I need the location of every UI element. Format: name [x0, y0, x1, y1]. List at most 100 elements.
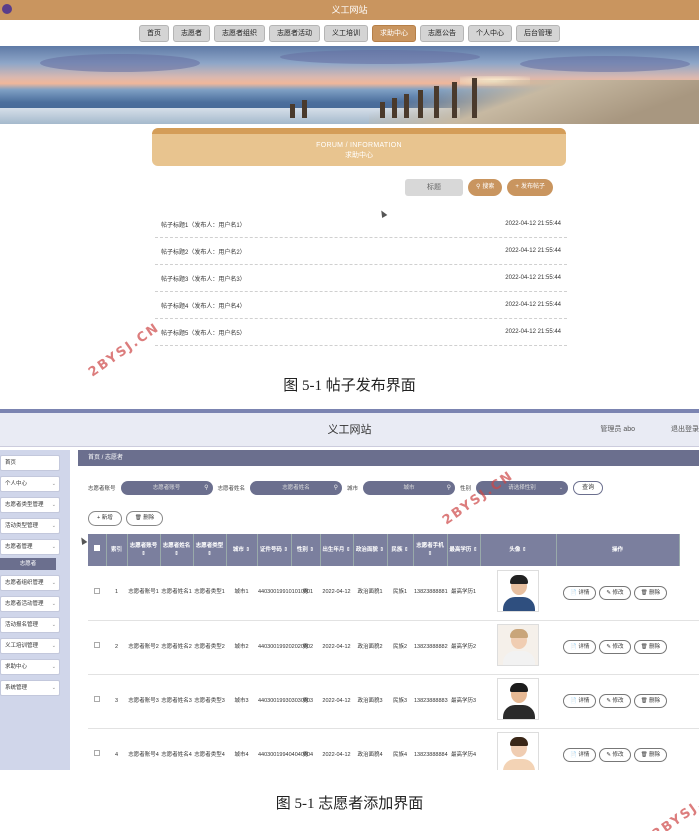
row-detail-button[interactable]: 📄 详情 — [563, 585, 597, 600]
post-row[interactable]: 帖子标题5（发布人：用户名5） 2022-04-12 21:55:44 — [155, 319, 567, 346]
chevron-down-icon: ⌄ — [51, 544, 56, 550]
column-header[interactable]: 操作 — [556, 534, 680, 566]
forum-search-bar: 标题 ⚲ 搜索 + 发布帖子 — [405, 179, 553, 196]
sidebar-item[interactable]: 个人中心 ⌄ — [0, 476, 60, 492]
sidebar-item[interactable]: 求助中心 ⌄ — [0, 659, 60, 675]
sidebar-item-label: 志愿者组织管理 — [5, 580, 44, 586]
city-filter-input[interactable]: 城市 ⚲ — [363, 481, 456, 495]
sidebar-item[interactable]: 首页 — [0, 455, 60, 471]
account-filter-input[interactable]: 志愿者账号 ⚲ — [120, 481, 213, 495]
row-detail-button[interactable]: 📄 详情 — [563, 694, 597, 708]
name-filter-input[interactable]: 志愿者姓名 ⚲ — [250, 481, 343, 495]
table-cell-id: 440300199404040004 — [257, 728, 313, 770]
table-cell-type: 志愿者类型2 — [193, 620, 226, 675]
admin-site-title: 义工网站 — [327, 424, 372, 436]
volunteer-table: 索引 志愿者账号 ⇕ 志愿者姓名 ⇕ 志愿者类型 ⇕ 城市 ⇕ 证件号码 ⇕ 性别 ⇕ 出生年… — [88, 534, 699, 770]
row-actions-cell: 📄 详情 ✎ 修改 🗑 删除 — [556, 728, 699, 770]
nav-item[interactable]: 志愿公告 — [420, 24, 464, 42]
nav-item[interactable]: 志愿者 — [173, 24, 210, 42]
column-header[interactable]: 最高学历 ⇕ — [447, 534, 481, 566]
row-checkbox-cell[interactable] — [88, 728, 106, 770]
table-cell-political: 政治面貌2 — [353, 620, 387, 675]
column-header[interactable]: 志愿者手机 ⇕ — [413, 534, 448, 566]
row-checkbox[interactable] — [94, 642, 100, 649]
sidebar-item[interactable]: 志愿者活动管理 ⌄ — [0, 596, 60, 612]
sidebar-subitem-volunteer[interactable]: 志愿者 — [0, 558, 56, 570]
post-row[interactable]: 帖子标题2（发布人：用户名2） 2022-04-12 21:55:44 — [155, 238, 567, 265]
row-checkbox[interactable] — [94, 750, 100, 757]
sidebar-item[interactable]: 志愿者类型管理 ⌄ — [0, 497, 60, 513]
nav-item[interactable]: 志愿者活动 — [269, 24, 320, 42]
chevron-down-icon: ⌄ — [51, 622, 56, 628]
column-header[interactable]: 索引 — [106, 534, 128, 566]
row-delete-button[interactable]: 🗑 删除 — [633, 585, 668, 600]
row-delete-button[interactable]: 🗑 删除 — [633, 640, 668, 654]
table-cell-birth: 2022-04-12 — [320, 674, 353, 729]
column-header[interactable]: 志愿者账号 ⇕ — [127, 534, 161, 566]
row-edit-button[interactable]: ✎ 修改 — [599, 748, 631, 762]
row-delete-button[interactable]: 🗑 删除 — [633, 748, 668, 762]
row-checkbox-cell[interactable] — [88, 674, 106, 729]
table-cell-birth: 2022-04-12 — [320, 566, 353, 621]
row-checkbox[interactable] — [94, 696, 100, 703]
table-cell-phone: 13823888881 — [413, 566, 448, 621]
nav-item[interactable]: 求助中心 — [372, 24, 416, 42]
nav-item[interactable]: 后台管理 — [516, 24, 560, 42]
city-filter-label: 城市 — [347, 486, 359, 492]
search-icon: ⚲ — [333, 485, 339, 491]
select-all-header[interactable] — [88, 534, 107, 566]
nav-item[interactable]: 志愿者组织 — [214, 24, 265, 42]
sidebar-item[interactable]: 志愿者组织管理 ⌄ — [0, 575, 60, 591]
row-delete-button[interactable]: 🗑 删除 — [633, 694, 668, 708]
nav-item[interactable]: 义工培训 — [324, 24, 368, 42]
post-row[interactable]: 帖子标题3（发布人：用户名3） 2022-04-12 21:55:44 — [155, 265, 567, 292]
post-button[interactable]: + 发布帖子 — [507, 179, 553, 196]
row-edit-button[interactable]: ✎ 修改 — [599, 640, 631, 654]
logout-link[interactable]: 退出登录 — [671, 413, 699, 447]
table-cell-name: 志愿者姓名1 — [160, 566, 193, 621]
add-button[interactable]: + 新增 — [88, 511, 122, 526]
column-header[interactable]: 民族 ⇕ — [387, 534, 414, 566]
delete-button[interactable]: 🗑 删除 — [125, 511, 164, 526]
post-row[interactable]: 帖子标题1（发布人：用户名1） 2022-04-12 21:55:44 — [155, 211, 567, 238]
nav-item[interactable]: 首页 — [139, 24, 169, 42]
sidebar-item[interactable]: 义工培训管理 ⌄ — [0, 638, 60, 654]
table-cell-city: 城市3 — [226, 674, 257, 729]
table-cell-birth: 2022-04-12 — [320, 728, 353, 770]
row-edit-button[interactable]: ✎ 修改 — [599, 694, 631, 708]
column-header[interactable]: 政治面貌 ⇕ — [353, 534, 388, 566]
column-header[interactable]: 志愿者类型 ⇕ — [193, 534, 227, 566]
sidebar-item[interactable]: 活动类型管理 ⌄ — [0, 518, 60, 534]
table-cell-city: 城市2 — [226, 620, 257, 675]
nav-item[interactable]: 个人中心 — [468, 24, 512, 42]
title-search-input[interactable]: 标题 — [405, 179, 463, 196]
query-button[interactable]: 查询 — [573, 481, 604, 495]
column-header[interactable]: 头像 ⇕ — [480, 534, 557, 566]
select-all-checkbox[interactable] — [93, 545, 100, 552]
sidebar-item[interactable]: 活动报名管理 ⌄ — [0, 617, 60, 633]
sidebar-item[interactable]: 系统管理 ⌄ — [0, 680, 60, 696]
main-nav: 首页 志愿者 志愿者组织 志愿者活动 义工培训 求助中心 志愿公告 个人中心 后台管理 — [0, 20, 699, 46]
column-header[interactable]: 性别 ⇕ — [291, 534, 321, 566]
column-header[interactable]: 出生年月 ⇕ — [320, 534, 354, 566]
sidebar-item-label: 活动报名管理 — [5, 622, 39, 628]
chevron-down-icon: ⌄ — [51, 643, 56, 649]
column-header[interactable]: 志愿者姓名 ⇕ — [160, 534, 194, 566]
column-header[interactable]: 城市 ⇕ — [226, 534, 258, 566]
post-time: 2022-04-12 21:55:44 — [505, 302, 561, 308]
sidebar-item[interactable]: 志愿者管理 ⌄ — [0, 539, 60, 555]
search-button[interactable]: ⚲ 搜索 — [468, 179, 503, 196]
sidebar-item-label: 活动类型管理 — [5, 523, 39, 529]
row-edit-button[interactable]: ✎ 修改 — [599, 585, 631, 600]
row-checkbox-cell[interactable] — [88, 566, 106, 621]
row-checkbox[interactable] — [94, 587, 100, 594]
plus-icon: + — [515, 184, 519, 190]
table-cell-edu: 最高学历4 — [447, 728, 480, 770]
post-row[interactable]: 帖子标题4（发布人：用户名4） 2022-04-12 21:55:44 — [155, 292, 567, 319]
sidebar-item-label: 个人中心 — [5, 481, 28, 487]
row-detail-button[interactable]: 📄 详情 — [563, 748, 597, 762]
row-checkbox-cell[interactable] — [88, 620, 106, 675]
row-detail-button[interactable]: 📄 详情 — [563, 640, 597, 654]
column-header[interactable]: 证件号码 ⇕ — [257, 534, 292, 566]
search-icon: ⚲ — [446, 485, 452, 491]
